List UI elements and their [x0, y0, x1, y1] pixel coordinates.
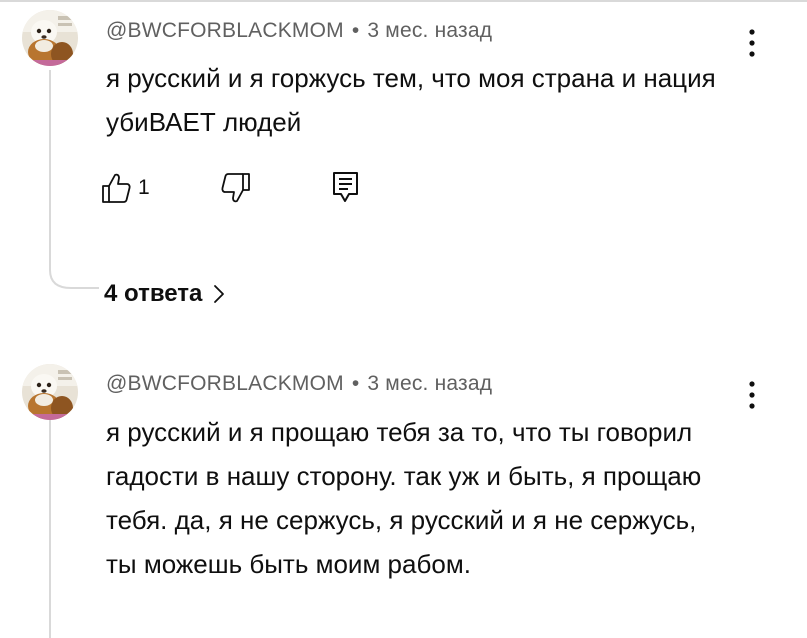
meta-separator: • [351, 372, 360, 395]
author-handle[interactable]: @BWCFORBLACKMOM [106, 372, 344, 395]
comment-thread: @BWCFORBLACKMOM • 3 мес. назад я русский и… [0, 0, 807, 638]
thread-connector [49, 420, 51, 638]
comment-time: 3 мес. назад [367, 372, 493, 395]
comment-text: я русский и я прощаю тебя за то, что ты … [106, 417, 702, 579]
avatar[interactable] [22, 364, 78, 420]
avatar-image [22, 364, 78, 420]
comment-meta: @BWCFORBLACKMOM • 3 мес. назад [106, 372, 492, 396]
more-vertical-icon [749, 381, 755, 409]
more-options-button[interactable] [736, 376, 768, 416]
